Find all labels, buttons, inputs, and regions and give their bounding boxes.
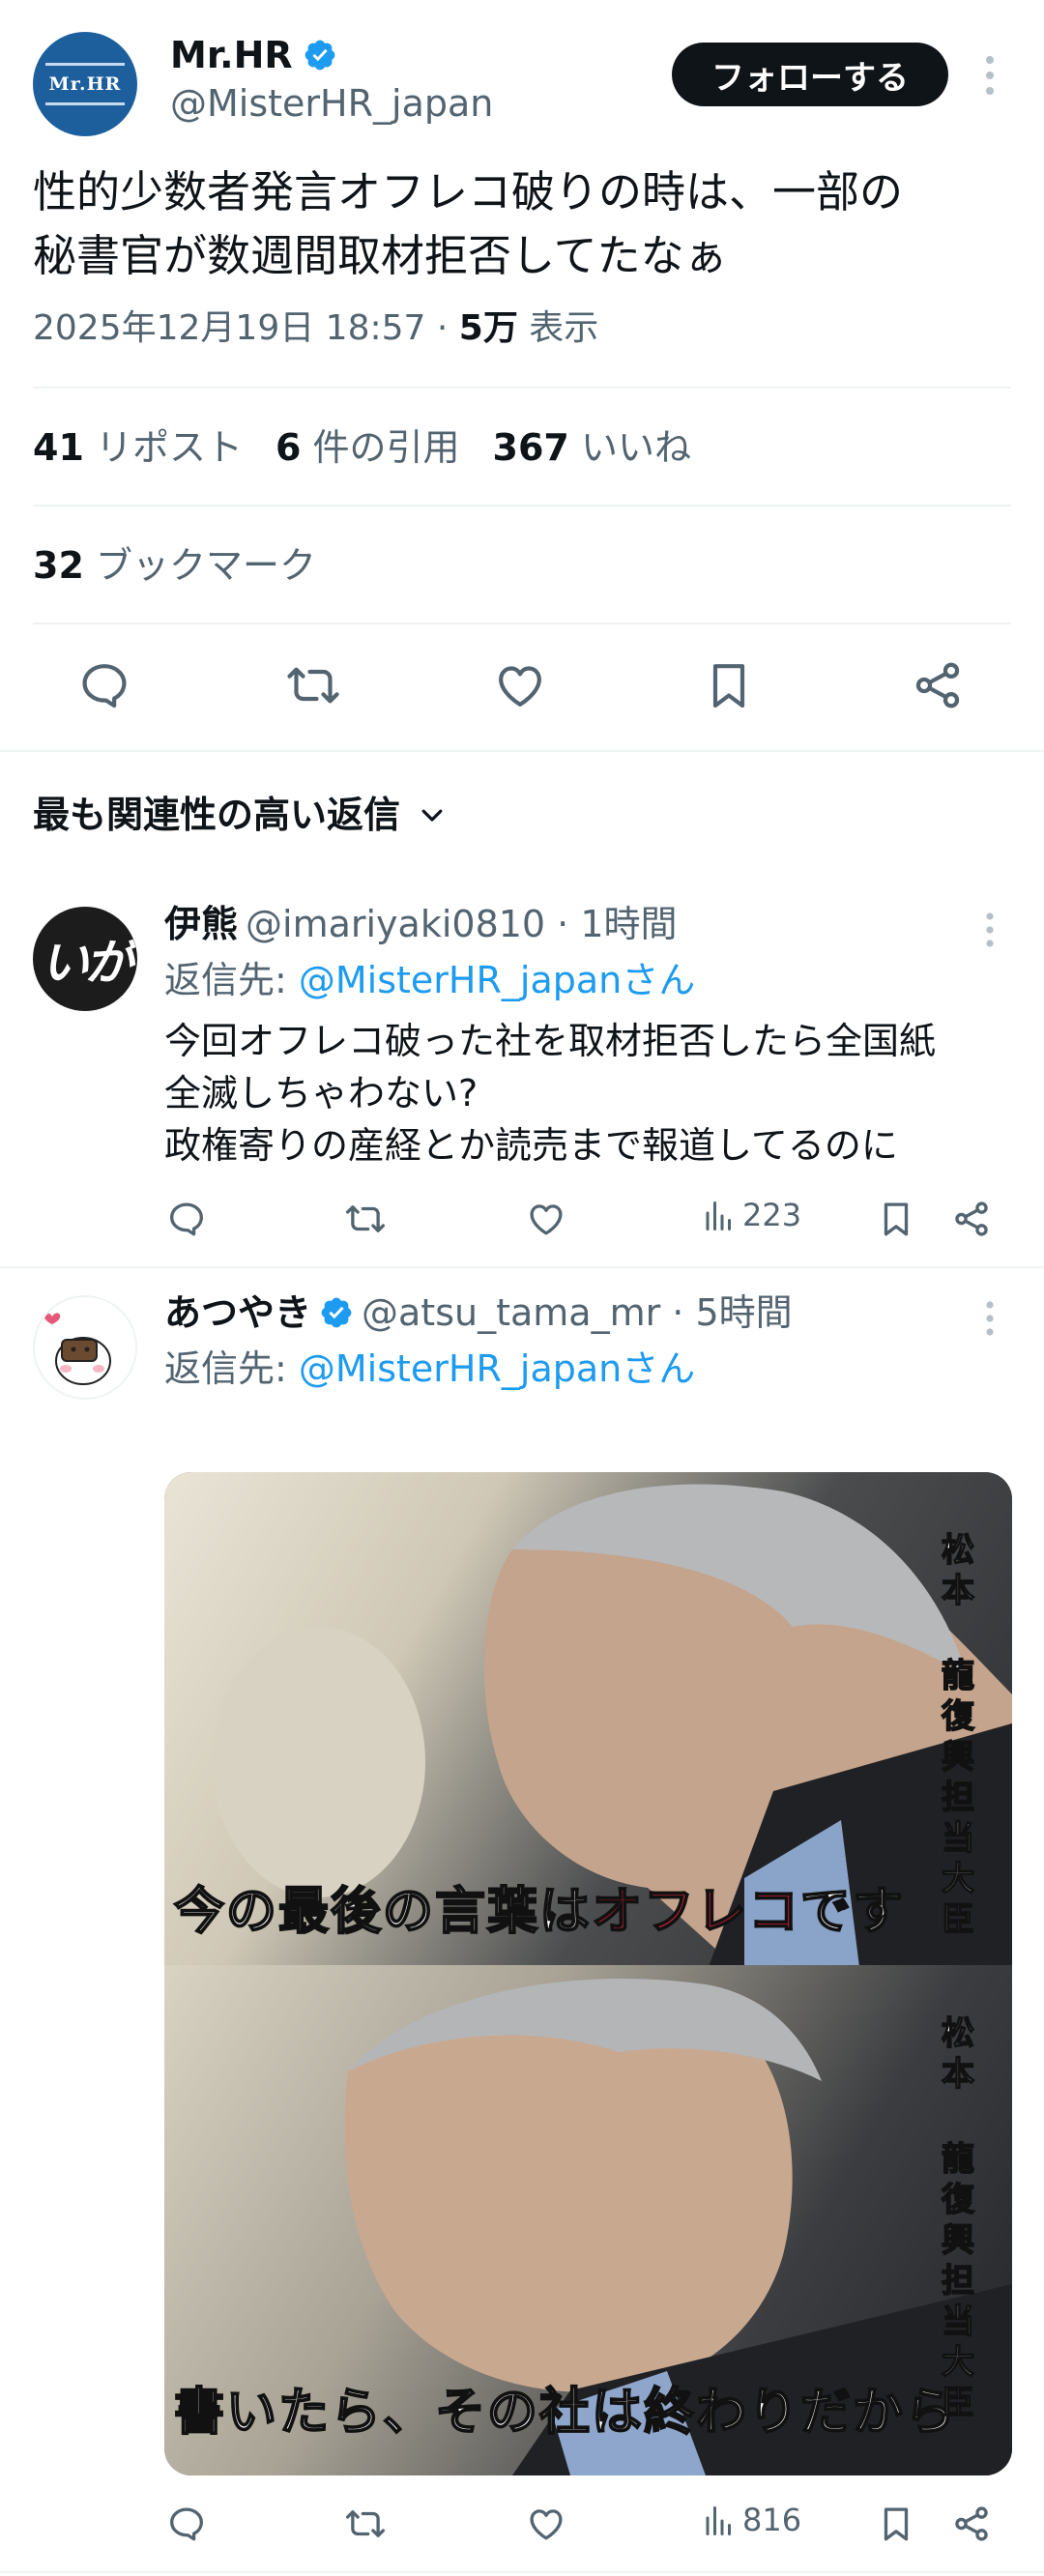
vertical-name: 松本 <box>941 2013 975 2095</box>
divider <box>0 750 1044 752</box>
like-icon[interactable] <box>526 1199 566 1239</box>
reply-author-handle[interactable]: @imariyaki0810 · 1時間 <box>246 901 678 947</box>
views-label: 表示 <box>517 308 599 348</box>
vertical-name: 松本 <box>941 1530 975 1611</box>
more-options-icon[interactable] <box>978 50 1001 101</box>
divider <box>33 505 1011 507</box>
vertical-title: 龍復興担当大臣 <box>941 2139 975 2423</box>
views-button[interactable]: 816 <box>702 2502 801 2538</box>
reply-to-line: 返信先: @MisterHR_japanさん <box>164 1347 696 1390</box>
reply-icon[interactable] <box>166 1199 207 1239</box>
more-options-icon[interactable] <box>978 909 1001 951</box>
divider <box>0 1266 1044 1268</box>
repost-icon[interactable] <box>284 658 342 712</box>
views-button[interactable]: 223 <box>702 1197 801 1233</box>
divider <box>0 2571 1044 2573</box>
post-text-line: 性的少数者発言オフレコ破りの時は、一部の <box>33 166 904 217</box>
verified-badge-icon <box>304 40 335 71</box>
image-caption: 今の最後の言葉はオフレコです <box>173 1882 906 1942</box>
reply-icon[interactable] <box>166 2504 207 2544</box>
image-panel-top: 今の最後の言葉はオフレコです 松本 龍復興担当大臣 <box>164 1472 1012 1965</box>
likes-stat[interactable]: 367 いいね <box>493 423 691 472</box>
reply-text: 今回オフレコ破った社を取材拒否したら全国紙 全滅しちゃわない? 政権寄りの産経と… <box>164 1020 937 1167</box>
post-text-line: 秘書官が数週間取材拒否してたなぁ <box>33 230 728 281</box>
repost-icon[interactable] <box>344 2504 387 2544</box>
share-icon[interactable] <box>951 2504 992 2544</box>
bookmarks-stat[interactable]: 32 ブックマーク <box>33 541 316 590</box>
repost-icon[interactable] <box>344 1199 387 1239</box>
share-icon[interactable] <box>951 1199 992 1239</box>
reply-action-bar: 816 <box>0 2502 1044 2548</box>
reply-action-bar: 223 <box>0 1197 1044 1243</box>
image-panel-bottom: 書いたら、その社は終わりだから 松本 龍復興担当大臣 <box>164 1965 1012 2475</box>
views-count: 816 <box>742 2502 802 2538</box>
reply-icon[interactable] <box>77 658 131 712</box>
bookmark-icon[interactable] <box>876 1199 916 1239</box>
reply-author-handle[interactable]: @atsu_tama_mr · 5時間 <box>362 1289 793 1336</box>
reply-avatar[interactable] <box>33 1295 137 1400</box>
verified-badge-icon <box>321 1297 352 1328</box>
reply-sort-dropdown[interactable]: 最も関連性の高い返信 <box>33 791 447 839</box>
quotes-stat[interactable]: 6 件の引用 <box>276 423 460 472</box>
views-count: 223 <box>742 1197 802 1233</box>
reply-to-mention[interactable]: @MisterHR_japanさん <box>299 959 695 1001</box>
reply-author-name[interactable]: あつやき <box>164 1289 311 1336</box>
reply-avatar[interactable]: いが <box>33 907 137 1011</box>
character-avatar-icon <box>44 1313 111 1385</box>
analytics-icon <box>706 1201 731 1230</box>
author-handle[interactable]: @MisterHR_japan <box>170 80 493 127</box>
post-text: 性的少数者発言オフレコ破りの時は、一部の 秘書官が数週間取材拒否してたなぁ <box>33 160 1019 288</box>
views-count: 5万 <box>458 308 518 348</box>
bookmark-icon[interactable] <box>876 2504 916 2544</box>
chevron-down-icon <box>421 809 443 822</box>
author-avatar[interactable]: Mr.HR <box>33 32 137 136</box>
author-name-row[interactable]: Mr.HR <box>170 32 337 78</box>
analytics-icon <box>706 2506 731 2535</box>
sort-label: 最も関連性の高い返信 <box>33 794 401 836</box>
share-icon[interactable] <box>911 658 965 712</box>
vertical-title: 龍復興担当大臣 <box>941 1656 975 1940</box>
post-meta: 2025年12月19日 18:57 · 5万 表示 <box>33 305 598 352</box>
like-icon[interactable] <box>526 2504 566 2544</box>
follow-button[interactable]: フォローする <box>672 43 948 106</box>
post-timestamp[interactable]: 2025年12月19日 18:57 · <box>33 308 459 348</box>
like-icon[interactable] <box>493 658 547 712</box>
author-name[interactable]: Mr.HR <box>170 32 293 78</box>
image-caption: 書いたら、その社は終わりだから <box>173 2383 958 2443</box>
reply-to-line: 返信先: @MisterHR_japanさん <box>164 959 696 1001</box>
reply-author-row[interactable]: あつやき @atsu_tama_mr · 5時間 <box>164 1289 793 1336</box>
bookmark-icon[interactable] <box>702 658 756 712</box>
avatar-text: いが <box>41 935 133 991</box>
divider <box>33 622 1011 624</box>
more-options-icon[interactable] <box>978 1297 1001 1340</box>
engagement-stats: 41 リポスト 6 件の引用 367 いいね <box>33 423 691 472</box>
reposts-stat[interactable]: 41 リポスト <box>33 423 243 472</box>
reply-media-image[interactable]: 今の最後の言葉はオフレコです 松本 龍復興担当大臣 書いたら、その社は終わりだか… <box>164 1472 1012 2475</box>
reply-author-name[interactable]: 伊熊 <box>164 901 238 947</box>
post-action-bar <box>0 653 1044 721</box>
reply-to-mention[interactable]: @MisterHR_japanさん <box>299 1347 695 1390</box>
reply-author-row[interactable]: 伊熊 @imariyaki0810 · 1時間 <box>164 901 678 947</box>
divider <box>33 387 1011 389</box>
avatar-logo-text: Mr.HR <box>44 63 126 105</box>
